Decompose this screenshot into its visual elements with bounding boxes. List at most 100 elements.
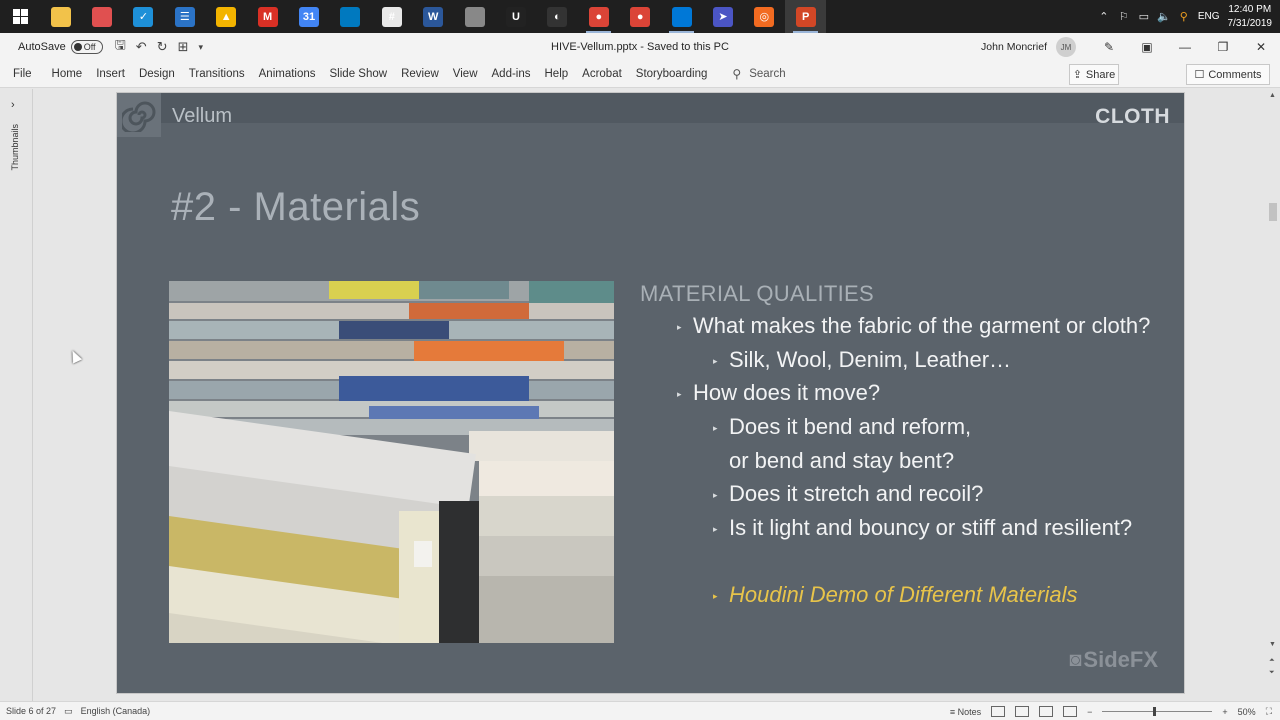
input-language[interactable]: ENG xyxy=(1198,11,1220,22)
chevron-up-icon[interactable]: ⌃ xyxy=(1094,10,1114,23)
user-name[interactable]: John Moncrief xyxy=(981,41,1047,53)
taskbar-app[interactable] xyxy=(330,0,371,33)
taskbar-app[interactable]: 31 xyxy=(288,0,329,33)
zoom-slider-thumb[interactable] xyxy=(1153,707,1156,716)
redo-icon[interactable]: ↻ xyxy=(157,39,168,55)
windows-taskbar: ✓ ☰ ▲ M 31 # W U ◐ ● ● ➤ ◎ P ⌃ ⚐ ▭ 🔈 ⚲ ENG 12:40 PM 7… xyxy=(0,0,1280,33)
zoom-out-icon[interactable]: − xyxy=(1087,707,1092,717)
tab-acrobat[interactable]: Acrobat xyxy=(575,61,629,88)
share-button[interactable]: ⇪ Share xyxy=(1069,64,1119,85)
taskbar-app[interactable]: M xyxy=(247,0,288,33)
network-icon[interactable]: ⚐ xyxy=(1114,10,1134,23)
zoom-level[interactable]: 50% xyxy=(1238,707,1256,717)
tab-storyboarding[interactable]: Storyboarding xyxy=(629,61,715,88)
tab-design[interactable]: Design xyxy=(132,61,182,88)
search-tray-icon[interactable]: ⚲ xyxy=(1174,10,1194,23)
search-icon: ⚲ xyxy=(732,67,742,81)
autosave-control[interactable]: AutoSave Off xyxy=(18,40,103,54)
reading-view-icon[interactable] xyxy=(1039,706,1054,717)
zoom-slider[interactable] xyxy=(1102,707,1213,716)
slide-sorter-view-icon[interactable] xyxy=(1015,706,1030,717)
tab-transitions[interactable]: Transitions xyxy=(182,61,252,88)
slideshow-view-icon[interactable] xyxy=(1063,706,1078,717)
tab-add-ins[interactable]: Add-ins xyxy=(485,61,538,88)
expand-thumbnails-icon[interactable]: › xyxy=(11,99,15,111)
slack-icon: # xyxy=(381,6,402,27)
fit-slide-icon[interactable]: ⛶ xyxy=(1266,706,1272,717)
clock[interactable]: 12:40 PM 7/31/2019 xyxy=(1228,3,1280,31)
tab-insert[interactable]: Insert xyxy=(89,61,132,88)
sidefx-mark-icon: ◙ xyxy=(1069,648,1082,671)
present-icon[interactable]: ⊞ xyxy=(178,39,189,55)
slide-counter: Slide 6 of 27 xyxy=(6,706,57,716)
comments-button[interactable]: ☐ Comments xyxy=(1186,64,1270,85)
scroll-up-icon[interactable]: ▲ xyxy=(1269,92,1276,99)
toggle-knob-icon xyxy=(73,43,82,51)
previous-slide-icon[interactable]: ⏶ xyxy=(1269,657,1275,665)
material-qualities-heading[interactable]: MATERIAL QUALITIES xyxy=(640,281,874,307)
taskbar-app[interactable] xyxy=(454,0,495,33)
taskbar-app[interactable]: P xyxy=(785,0,827,33)
autosave-toggle[interactable]: Off xyxy=(70,40,103,54)
thumbnails-label[interactable]: Thumbnails xyxy=(10,124,20,171)
battery-icon[interactable]: ▭ xyxy=(1134,10,1154,23)
telegram-app-icon: ➤ xyxy=(712,6,733,27)
volume-icon[interactable]: 🔈 xyxy=(1154,10,1174,23)
autosave-label: AutoSave xyxy=(18,41,66,53)
taskbar-app[interactable]: W xyxy=(413,0,454,33)
minimize-button[interactable]: — xyxy=(1166,33,1204,61)
normal-view-icon[interactable] xyxy=(991,706,1006,717)
taskbar-app[interactable]: # xyxy=(371,0,412,33)
search-box[interactable]: ⚲ Search xyxy=(732,67,785,81)
taskbar-app[interactable]: ◐ xyxy=(537,0,578,33)
slide[interactable]: Vellum CLOTH #2 - Materials MATERIAL QUA… xyxy=(117,93,1184,693)
clock-time: 12:40 PM xyxy=(1228,3,1272,15)
tab-slide-show[interactable]: Slide Show xyxy=(323,61,395,88)
restore-button[interactable]: ❐ xyxy=(1204,33,1242,61)
undo-icon[interactable]: ↶ xyxy=(136,39,147,55)
bullet-item: ▸ How does it move? xyxy=(677,380,881,405)
bullet-item: ▸ Does it stretch and recoil? xyxy=(713,481,984,506)
slide-title[interactable]: #2 - Materials xyxy=(171,185,420,230)
taskbar-app[interactable]: ➤ xyxy=(702,0,743,33)
sidefx-logo-text: SideFX xyxy=(1083,647,1158,672)
taskbar-app[interactable]: U xyxy=(495,0,536,33)
thumbnails-pane: › Thumbnails xyxy=(0,89,33,701)
spelling-icon[interactable]: ▭ xyxy=(64,706,73,717)
taskbar-app[interactable]: ▲ xyxy=(206,0,247,33)
close-button[interactable]: ✕ xyxy=(1242,33,1280,61)
tab-review[interactable]: Review xyxy=(394,61,446,88)
ribbon-display-icon[interactable]: ▣ xyxy=(1128,33,1166,61)
zoom-in-icon[interactable]: + xyxy=(1222,707,1227,717)
avatar[interactable]: JM xyxy=(1056,37,1076,57)
taskbar-app[interactable] xyxy=(661,0,702,33)
taskbar-app[interactable]: ✓ xyxy=(123,0,164,33)
taskbar-app[interactable]: ● xyxy=(578,0,619,33)
tab-home[interactable]: Home xyxy=(45,61,90,88)
taskbar-app[interactable] xyxy=(40,0,81,33)
fabric-rolls-photo[interactable] xyxy=(169,281,614,643)
taskbar-app[interactable]: ● xyxy=(619,0,660,33)
customize-dropdown-icon[interactable]: ▾ xyxy=(199,42,204,53)
tab-animations[interactable]: Animations xyxy=(252,61,323,88)
save-icon[interactable]: 🖫 xyxy=(115,36,126,58)
pen-icon[interactable]: ✎ xyxy=(1090,33,1128,61)
bullet-item: ▸ Silk, Wool, Denim, Leather… xyxy=(713,347,1012,372)
tab-help[interactable]: Help xyxy=(538,61,576,88)
tab-view[interactable]: View xyxy=(446,61,485,88)
section-label: CLOTH xyxy=(1095,105,1170,128)
vertical-scrollbar[interactable]: ▲ ▼ ⏶ ⏷ xyxy=(1266,89,1280,701)
taskbar-app[interactable]: ☰ xyxy=(164,0,205,33)
status-bar: Slide 6 of 27 ▭ English (Canada) ≡ Notes… xyxy=(0,701,1280,720)
scrollbar-thumb[interactable] xyxy=(1269,203,1277,221)
taskbar-app[interactable]: ◎ xyxy=(744,0,785,33)
taskbar-app[interactable] xyxy=(81,0,122,33)
windows-logo-icon xyxy=(12,9,28,24)
start-button[interactable] xyxy=(0,0,40,33)
language-indicator[interactable]: English (Canada) xyxy=(81,706,151,716)
next-slide-icon[interactable]: ⏷ xyxy=(1269,669,1275,677)
obs-studio-icon: ◐ xyxy=(547,6,568,27)
notes-button[interactable]: ≡ Notes xyxy=(950,707,981,717)
tab-file[interactable]: File xyxy=(0,61,39,88)
scroll-down-icon[interactable]: ▼ xyxy=(1269,641,1276,648)
